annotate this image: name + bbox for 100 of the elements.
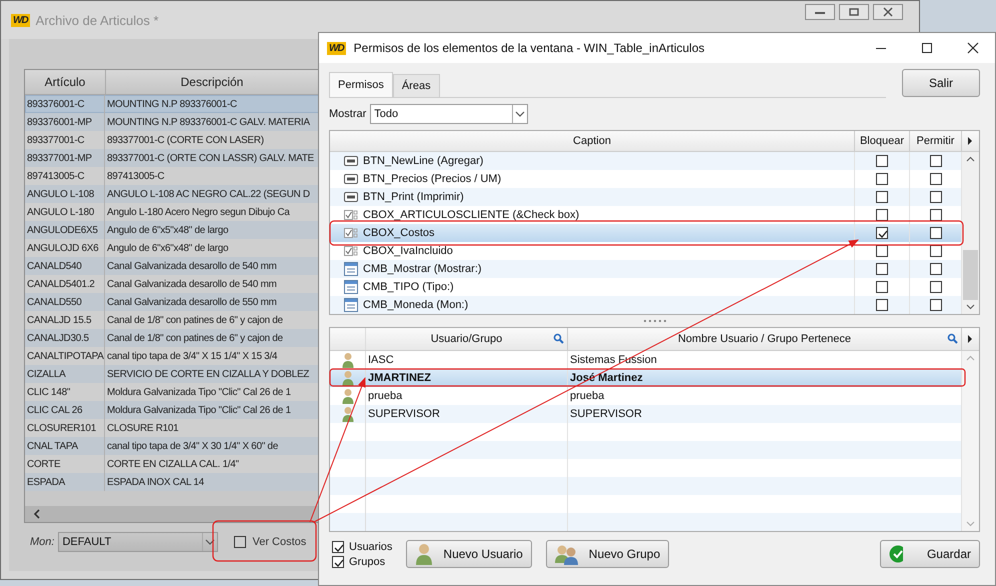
list-control-icon bbox=[344, 262, 358, 276]
checkbox-control-icon bbox=[344, 246, 358, 256]
block-checkbox[interactable] bbox=[876, 173, 888, 185]
table-cell-text: 893377001-C (CORTE CON LASER) bbox=[106, 134, 265, 148]
filter-checkbox[interactable]: Grupos bbox=[332, 556, 392, 568]
column-header[interactable]: Bloquear bbox=[855, 131, 910, 151]
maximize-icon[interactable] bbox=[921, 42, 933, 54]
block-checkbox[interactable] bbox=[876, 191, 888, 203]
table-cell-text: Canal de 1/8" con patines de 6" y cajon de bbox=[106, 314, 284, 328]
table-row[interactable]: CBOX_Costos bbox=[330, 224, 962, 242]
element-caption: CMB_TIPO (Tipo:) bbox=[363, 281, 454, 293]
restore-button[interactable] bbox=[839, 4, 869, 20]
button-control-icon bbox=[344, 156, 358, 166]
exit-button[interactable]: Salir bbox=[902, 69, 980, 97]
block-checkbox[interactable] bbox=[876, 263, 888, 275]
splitter-grip-icon[interactable] bbox=[644, 320, 666, 322]
window-title: Permisos de los elementos de la ventana - WIN_Table_inArticulos bbox=[354, 41, 705, 55]
checkbox-control-icon bbox=[344, 210, 358, 220]
button-control-icon bbox=[344, 192, 358, 202]
allow-checkbox[interactable] bbox=[930, 209, 942, 221]
allow-checkbox[interactable] bbox=[930, 191, 942, 203]
element-caption: CMB_Mostrar (Mostrar:) bbox=[363, 263, 482, 275]
scroll-left-icon[interactable] bbox=[33, 509, 41, 519]
column-header[interactable]: Caption bbox=[330, 131, 855, 151]
table-cell-text: Angulo de 6"x6"x48" de largo bbox=[106, 242, 230, 256]
search-icon[interactable] bbox=[947, 333, 958, 344]
allow-checkbox[interactable] bbox=[930, 263, 942, 275]
dropdown-arrow-icon[interactable] bbox=[512, 105, 528, 123]
checkbox-control-icon bbox=[344, 228, 358, 238]
column-menu-icon[interactable] bbox=[967, 137, 973, 145]
people-icon bbox=[554, 543, 579, 565]
table-cell: JMARTINEZ bbox=[366, 369, 568, 387]
element-caption: CBOX_IvaIncluido bbox=[363, 245, 453, 257]
close-icon bbox=[882, 7, 894, 17]
block-checkbox[interactable] bbox=[876, 281, 888, 293]
column-menu-icon[interactable] bbox=[967, 335, 973, 343]
table-cell-text: CORTE EN CIZALLA CAL. 1/4" bbox=[106, 458, 240, 472]
table-row[interactable]: CMB_Mostrar (Mostrar:) bbox=[330, 260, 962, 278]
close-icon[interactable] bbox=[967, 42, 979, 54]
tab[interactable]: Áreas bbox=[392, 74, 440, 97]
block-checkbox[interactable] bbox=[876, 155, 888, 167]
vertical-scrollbar[interactable] bbox=[962, 152, 979, 314]
table-cell-text: canal tipo tapa de 3/4" X 30 1/4" X 60" de bbox=[106, 440, 279, 454]
table-cell-text: Canal Galvanizada desarollo de 540 mm bbox=[106, 278, 278, 292]
show-costs-checkbox[interactable]: Ver Costos bbox=[234, 536, 306, 548]
new-user-button[interactable]: Nuevo Usuario bbox=[406, 540, 532, 568]
user-icon bbox=[342, 406, 354, 422]
element-caption: CMB_Moneda (Mon:) bbox=[363, 299, 468, 311]
close-button[interactable] bbox=[873, 4, 903, 20]
save-button[interactable]: Guardar bbox=[880, 540, 980, 568]
block-checkbox[interactable] bbox=[876, 209, 888, 221]
table-cell-text: Canal Galvanizada desarollo de 540 mm bbox=[106, 260, 278, 274]
table-row[interactable]: BTN_Print (Imprimir) bbox=[330, 188, 962, 206]
list-control-icon bbox=[344, 298, 358, 312]
allow-checkbox[interactable] bbox=[930, 227, 942, 239]
table-cell: SUPERVISOR bbox=[366, 405, 568, 423]
table-row[interactable]: BTN_NewLine (Agregar) bbox=[330, 152, 962, 170]
filter-checkbox[interactable]: Usuarios bbox=[332, 540, 392, 552]
column-header[interactable]: Permitir bbox=[910, 131, 962, 151]
column-header[interactable]: Nombre Usuario / Grupo Pertenece bbox=[568, 328, 962, 350]
tab[interactable]: Permisos bbox=[329, 72, 393, 97]
element-caption: BTN_Precios (Precios / UM) bbox=[363, 173, 502, 185]
currency-label: Mon: bbox=[30, 536, 54, 548]
minimize-button[interactable] bbox=[805, 4, 835, 20]
block-checkbox[interactable] bbox=[876, 245, 888, 257]
table-cell-text: Canal de 1/8" con patines de 6" y cajon de bbox=[106, 332, 284, 346]
filter-dropdown[interactable]: Todo bbox=[370, 104, 528, 124]
block-checkbox[interactable] bbox=[876, 227, 888, 239]
scroll-up-icon[interactable] bbox=[966, 156, 975, 162]
button-control-icon bbox=[344, 174, 358, 184]
new-group-button[interactable]: Nuevo Grupo bbox=[546, 540, 670, 568]
table-cell-text: Moldura Galvanizada Tipo "Clic" Cal 26 de 1 bbox=[106, 404, 292, 418]
allow-checkbox[interactable] bbox=[930, 155, 942, 167]
table-cell-text: Angulo de 6"x5"x48" de largo bbox=[106, 224, 230, 238]
scroll-down-icon[interactable] bbox=[966, 304, 975, 310]
app-logo: WD bbox=[327, 42, 346, 54]
search-icon[interactable] bbox=[553, 333, 564, 344]
element-caption: CBOX_ARTICULOSCLIENTE (&Check box) bbox=[363, 209, 580, 221]
column-header[interactable]: Usuario/Grupo bbox=[366, 328, 568, 350]
table-row[interactable]: CMB_Moneda (Mon:) bbox=[330, 296, 962, 314]
allow-checkbox[interactable] bbox=[930, 245, 942, 257]
restore-icon bbox=[848, 7, 860, 17]
allow-checkbox[interactable] bbox=[930, 299, 942, 311]
minimize-icon bbox=[814, 9, 826, 15]
element-caption: BTN_NewLine (Agregar) bbox=[363, 155, 484, 167]
dropdown-arrow-icon[interactable] bbox=[202, 533, 218, 551]
block-checkbox[interactable] bbox=[876, 299, 888, 311]
app-logo: WD bbox=[11, 14, 30, 26]
table-row[interactable]: SUPERVISOR SUPERVISOR bbox=[330, 405, 962, 423]
table-cell-text: MOUNTING N.P 893376001-C GALV. MATERIA bbox=[106, 116, 311, 130]
table-cell-text: 893377001-C (ORTE CON LASSR) GALV. MATE bbox=[106, 152, 315, 166]
user-icon bbox=[342, 370, 354, 386]
allow-checkbox[interactable] bbox=[930, 281, 942, 293]
table-cell-text: Angulo L-180 Acero Negro segun Dibujo Ca bbox=[106, 206, 291, 220]
column-header[interactable]: Artículo bbox=[25, 70, 106, 94]
allow-checkbox[interactable] bbox=[930, 173, 942, 185]
table-cell-text: Canal Galvanizada desarollo de 550 mm bbox=[106, 296, 278, 310]
table-cell: ESPADA bbox=[25, 473, 105, 491]
currency-dropdown[interactable]: DEFAULT bbox=[58, 532, 218, 552]
checkmark-icon bbox=[889, 545, 903, 563]
